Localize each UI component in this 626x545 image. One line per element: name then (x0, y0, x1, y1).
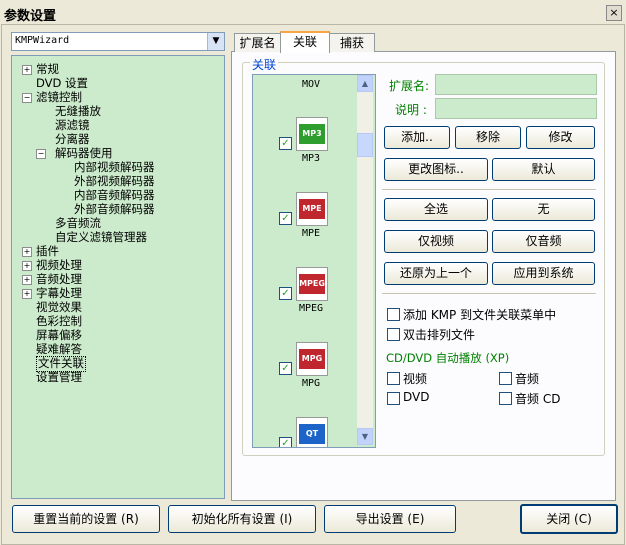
initialize-all-button[interactable]: 初始化所有设置 (I) (168, 505, 316, 533)
tab-association[interactable]: 关联 (280, 31, 330, 53)
extension-list-scrollbar[interactable]: ▲ ▼ (357, 75, 373, 445)
media-badge: QT (299, 424, 325, 444)
tree-item[interactable]: DVD 设置 (36, 76, 88, 90)
tree-item[interactable]: 外部音频解码器 (74, 202, 155, 216)
group-title: 关联 (250, 56, 279, 73)
autoplay-audio-cd-label: 音频 CD (515, 392, 561, 406)
expand-icon[interactable]: + (22, 261, 32, 271)
profile-select[interactable]: KMPWizard ▼ (11, 32, 225, 51)
autoplay-audio-label: 音频 (515, 372, 540, 386)
remove-button[interactable]: 移除 (455, 126, 521, 149)
tab-extensions[interactable]: 扩展名 (234, 33, 281, 52)
tree-item[interactable]: 分离器 (55, 132, 90, 146)
dblclick-sort-checkbox[interactable] (387, 328, 400, 341)
video-only-button[interactable]: 仅视频 (384, 230, 488, 253)
ext-checkbox[interactable]: ✓ (279, 137, 292, 150)
add-button[interactable]: 添加.. (384, 126, 450, 149)
media-file-icon: MPEG (296, 267, 328, 301)
description-label: 说明 : (395, 103, 427, 117)
profile-select-value: KMPWizard (15, 35, 70, 46)
autoplay-section-title: CD/DVD 自动播放 (XP) (386, 351, 510, 365)
collapse-icon[interactable]: − (22, 93, 32, 103)
restore-previous-button[interactable]: 还原为上一个 (384, 262, 488, 285)
ext-name-input[interactable] (435, 74, 597, 95)
tree-item[interactable]: 解码器使用 (55, 146, 113, 160)
media-file-icon: MP3 (296, 117, 328, 151)
tree-item[interactable]: 自定义滤镜管理器 (55, 230, 147, 244)
chevron-down-icon[interactable]: ▼ (207, 33, 224, 50)
ext-checkbox[interactable]: ✓ (279, 212, 292, 225)
tree-item[interactable]: 疑难解答 (36, 342, 82, 356)
autoplay-video-label: 视频 (403, 372, 428, 386)
arrow-down-icon[interactable]: ▼ (357, 428, 373, 445)
select-none-button[interactable]: 无 (492, 198, 595, 221)
ext-item-label: MP3 (301, 153, 321, 164)
tree-item[interactable]: 源滤镜 (55, 118, 90, 132)
tree-item[interactable]: 内部音频解码器 (74, 188, 155, 202)
separator (382, 189, 596, 191)
ext-item-label: MPE (301, 228, 321, 239)
close-window-button[interactable]: × (606, 5, 622, 21)
autoplay-dvd-label: DVD (403, 390, 430, 404)
tree-item[interactable]: 多音频流 (55, 216, 101, 230)
collapse-icon[interactable]: − (36, 149, 46, 159)
tree-item[interactable]: 设置管理 (36, 370, 82, 384)
media-file-icon: QT (296, 417, 328, 447)
dblclick-sort-label: 双击排列文件 (403, 328, 476, 342)
media-file-icon: MPE (296, 192, 328, 226)
ext-name-label: 扩展名: (389, 79, 430, 93)
expand-icon[interactable]: + (22, 289, 32, 299)
add-context-menu-checkbox[interactable] (387, 308, 400, 321)
media-file-icon: MPG (296, 342, 328, 376)
apply-to-system-button[interactable]: 应用到系统 (492, 262, 595, 285)
tree-item[interactable]: 无缝播放 (55, 104, 101, 118)
tree-item[interactable]: 滤镜控制 (36, 90, 82, 104)
tree-item[interactable]: 视觉效果 (36, 300, 82, 314)
reset-current-button[interactable]: 重置当前的设置 (R) (12, 505, 160, 533)
audio-only-button[interactable]: 仅音频 (492, 230, 595, 253)
tab-capture[interactable]: 捕获 (329, 33, 375, 52)
tree-item[interactable]: 视频处理 (36, 258, 82, 272)
tree-item[interactable]: 屏幕偏移 (36, 328, 82, 342)
description-input[interactable] (435, 98, 597, 119)
expand-icon[interactable]: + (22, 247, 32, 257)
ext-checkbox[interactable]: ✓ (279, 362, 292, 375)
tree-item[interactable]: 常规 (36, 62, 59, 76)
autoplay-video-checkbox[interactable] (387, 372, 400, 385)
add-context-menu-label: 添加 KMP 到文件关联菜单中 (403, 308, 557, 322)
separator (382, 293, 596, 295)
ext-checkbox[interactable]: ✓ (279, 437, 292, 447)
ext-item-label: MOV (301, 79, 321, 90)
autoplay-audio-cd-checkbox[interactable] (499, 392, 512, 405)
tree-item[interactable]: 字幕处理 (36, 286, 82, 300)
arrow-up-icon[interactable]: ▲ (357, 75, 373, 92)
media-badge: MPEG (299, 274, 325, 294)
close-button[interactable]: 关闭 (C) (520, 504, 618, 534)
ext-item-label: MPG (301, 378, 321, 389)
ext-checkbox[interactable]: ✓ (279, 287, 292, 300)
tree-item[interactable]: 内部视频解码器 (74, 160, 155, 174)
select-all-button[interactable]: 全选 (384, 198, 488, 221)
export-settings-button[interactable]: 导出设置 (E) (324, 505, 456, 533)
expand-icon[interactable]: + (22, 275, 32, 285)
autoplay-dvd-checkbox[interactable] (387, 392, 400, 405)
tree-item[interactable]: 色彩控制 (36, 314, 82, 328)
media-badge: MP3 (299, 124, 325, 144)
modify-button[interactable]: 修改 (526, 126, 595, 149)
change-icon-button[interactable]: 更改图标.. (384, 158, 488, 181)
ext-item-label: MPEG (298, 303, 324, 314)
media-badge: MPE (299, 199, 325, 219)
default-button[interactable]: 默认 (492, 158, 595, 181)
settings-tree[interactable]: + 常规 DVD 设置 − 滤镜控制 无缝播放 源滤镜 分离器 − 解码器使用 内部视频解码器 外部视… (11, 55, 225, 499)
tree-item[interactable]: 插件 (36, 244, 59, 258)
tree-item[interactable]: 音频处理 (36, 272, 82, 286)
media-badge: MPG (299, 349, 325, 369)
window-title: 参数设置 (4, 9, 57, 24)
expand-icon[interactable]: + (22, 65, 32, 75)
scroll-thumb[interactable] (357, 133, 373, 157)
title-bar (0, 0, 626, 24)
tree-item[interactable]: 外部视频解码器 (74, 174, 155, 188)
autoplay-audio-checkbox[interactable] (499, 372, 512, 385)
